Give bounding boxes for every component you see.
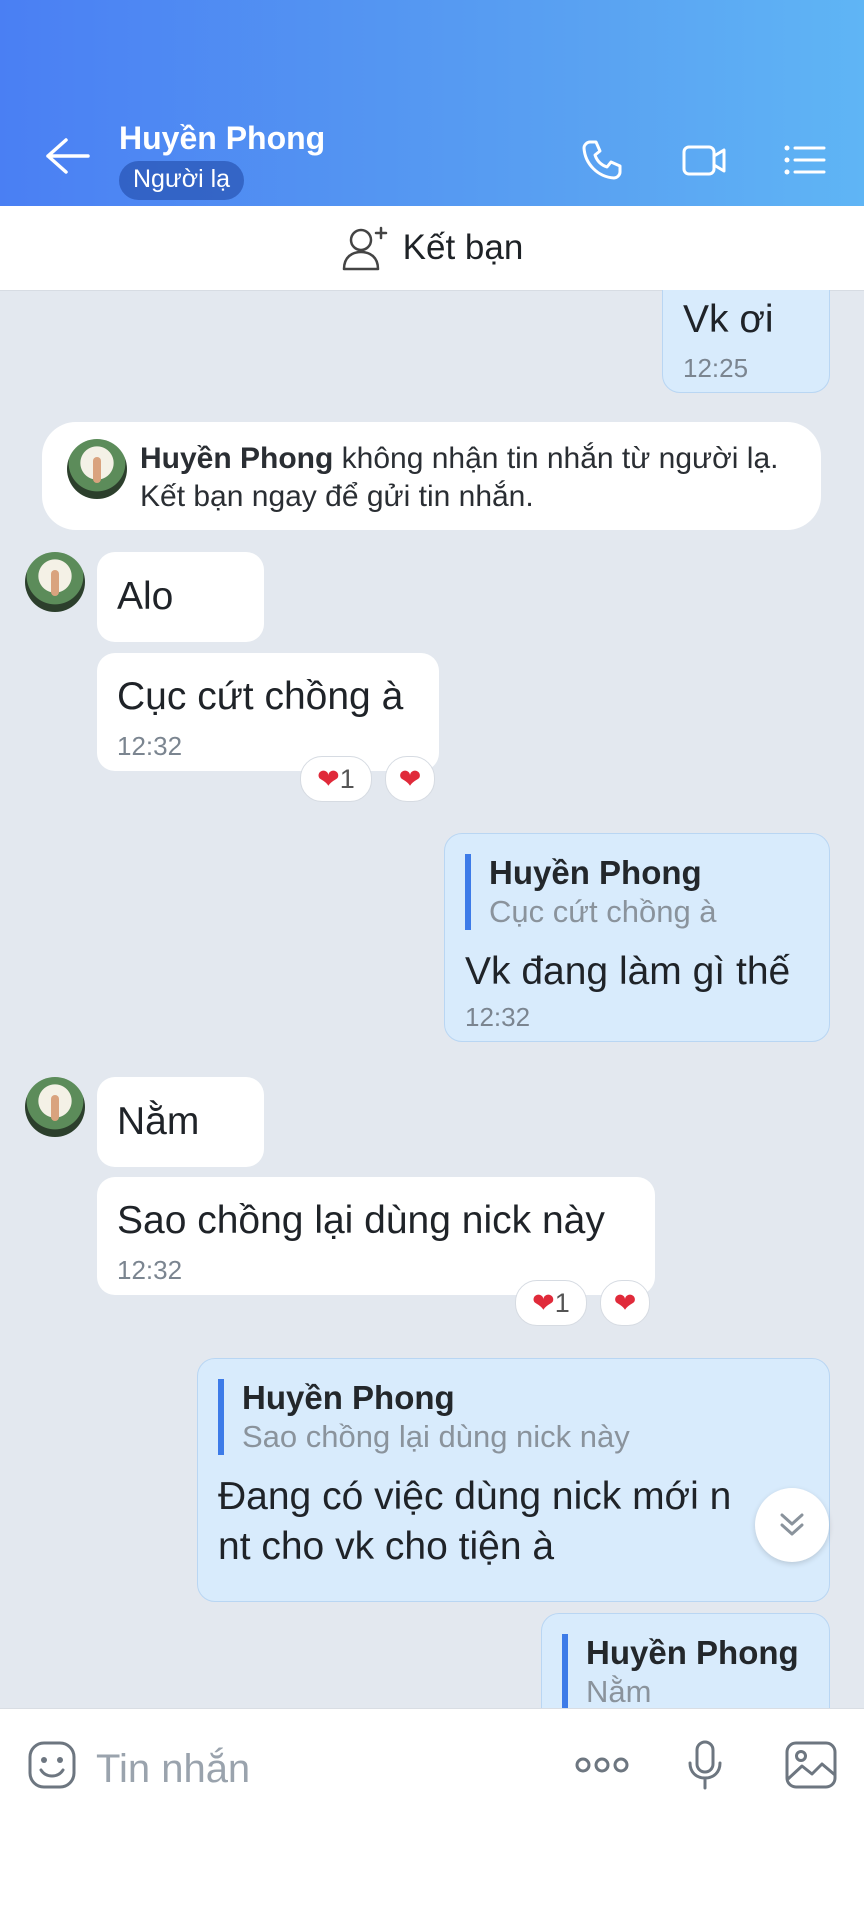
message-time: 12:32 xyxy=(117,731,183,761)
reply-quote[interactable]: Huyền Phong Cục cứt chồng à xyxy=(465,854,717,930)
quote-name: Huyền Phong xyxy=(242,1379,455,1416)
avatar xyxy=(67,439,127,499)
message-bubble-outgoing[interactable]: Huyền Phong Cục cứt chồng à Vk đang làm … xyxy=(444,833,830,1042)
double-chevron-down-icon xyxy=(780,1513,804,1536)
message-text-line-1: Đang có việc dùng nick mới n xyxy=(218,1475,732,1518)
add-friend-bar[interactable]: Kết bạn xyxy=(0,206,864,291)
stranger-badge: Người lạ xyxy=(119,161,245,200)
avatar[interactable] xyxy=(25,1077,85,1137)
image-icon[interactable] xyxy=(784,1739,838,1791)
message-text: Vk đang làm gì thế xyxy=(465,950,791,993)
avatar[interactable] xyxy=(25,552,85,612)
reaction-count: 1 xyxy=(339,763,355,794)
menu-list-icon[interactable] xyxy=(782,138,826,182)
message-bubble-incoming[interactable]: Cục cứt chồng à 12:32 xyxy=(97,653,439,771)
heart-icon: ❤ xyxy=(532,1287,555,1318)
message-bubble-incoming[interactable]: Nằm xyxy=(97,1077,264,1167)
add-friend-label: Kết bạn xyxy=(402,228,524,267)
message-bubble-outgoing[interactable]: Huyền Phong Sao chồng lại dùng nick này … xyxy=(197,1358,830,1602)
message-bubble-incoming[interactable]: Alo xyxy=(97,552,264,642)
notice-text-2: Kết bạn ngay để gửi tin nhắn. xyxy=(140,480,534,513)
react-button[interactable]: ❤ xyxy=(600,1280,650,1326)
message-text-line-2: nt cho vk cho tiện à xyxy=(218,1525,555,1568)
message-text: Vk ơi xyxy=(683,298,774,341)
heart-icon: ❤ xyxy=(398,763,422,794)
quote-name: Huyền Phong xyxy=(586,1634,799,1671)
stranger-notice: Huyền Phong không nhận tin nhắn từ người… xyxy=(42,422,821,530)
message-bubble-incoming[interactable]: Sao chồng lại dùng nick này 12:32 xyxy=(97,1177,655,1295)
scroll-to-bottom-button[interactable] xyxy=(755,1488,829,1562)
phone-icon[interactable] xyxy=(580,138,624,182)
contact-name[interactable]: Huyền Phong xyxy=(119,120,325,157)
reaction-summary[interactable]: ❤ 1 xyxy=(515,1280,587,1326)
react-button[interactable]: ❤ xyxy=(385,756,435,802)
message-time: 12:32 xyxy=(465,1002,531,1032)
reaction-count: 1 xyxy=(554,1287,570,1318)
notice-text: không nhận tin nhắn từ người lạ. xyxy=(333,442,779,475)
reaction-summary[interactable]: ❤ 1 xyxy=(300,756,372,802)
add-person-icon xyxy=(342,226,387,271)
quote-text: Sao chồng lại dùng nick này xyxy=(242,1419,630,1454)
message-input[interactable]: Tin nhắn xyxy=(96,1747,250,1792)
message-bubble-outgoing[interactable]: Vk ơi 12:25 xyxy=(662,290,830,393)
quote-name: Huyền Phong xyxy=(489,854,702,891)
reply-quote[interactable]: Huyền Phong Nằm xyxy=(562,1634,799,1708)
chat-header: Huyền Phong Người lạ xyxy=(0,0,864,206)
message-input-bar: Tin nhắn xyxy=(0,1708,864,1921)
heart-icon: ❤ xyxy=(613,1287,637,1318)
message-time: 12:32 xyxy=(117,1255,183,1285)
microphone-icon[interactable] xyxy=(680,1739,730,1791)
quote-text: Cục cứt chồng à xyxy=(489,894,717,929)
message-list[interactable]: Vk ơi 12:25 Huyền Phong không nhận tin n… xyxy=(0,290,864,1708)
message-text: Nằm xyxy=(117,1100,200,1143)
heart-icon: ❤ xyxy=(317,763,340,794)
back-arrow-icon[interactable] xyxy=(44,136,90,176)
more-icon[interactable] xyxy=(574,1739,630,1791)
message-bubble-outgoing[interactable]: Huyền Phong Nằm xyxy=(541,1613,830,1708)
message-text: Alo xyxy=(117,575,174,618)
video-call-icon[interactable] xyxy=(681,138,727,182)
message-text: Sao chồng lại dùng nick này xyxy=(117,1199,605,1242)
notice-name: Huyền Phong xyxy=(140,442,334,475)
message-text: Cục cứt chồng à xyxy=(117,675,404,718)
reply-quote[interactable]: Huyền Phong Sao chồng lại dùng nick này xyxy=(218,1379,630,1455)
message-time: 12:25 xyxy=(683,353,749,383)
quote-text: Nằm xyxy=(586,1674,652,1708)
sticker-icon[interactable] xyxy=(26,1739,78,1791)
